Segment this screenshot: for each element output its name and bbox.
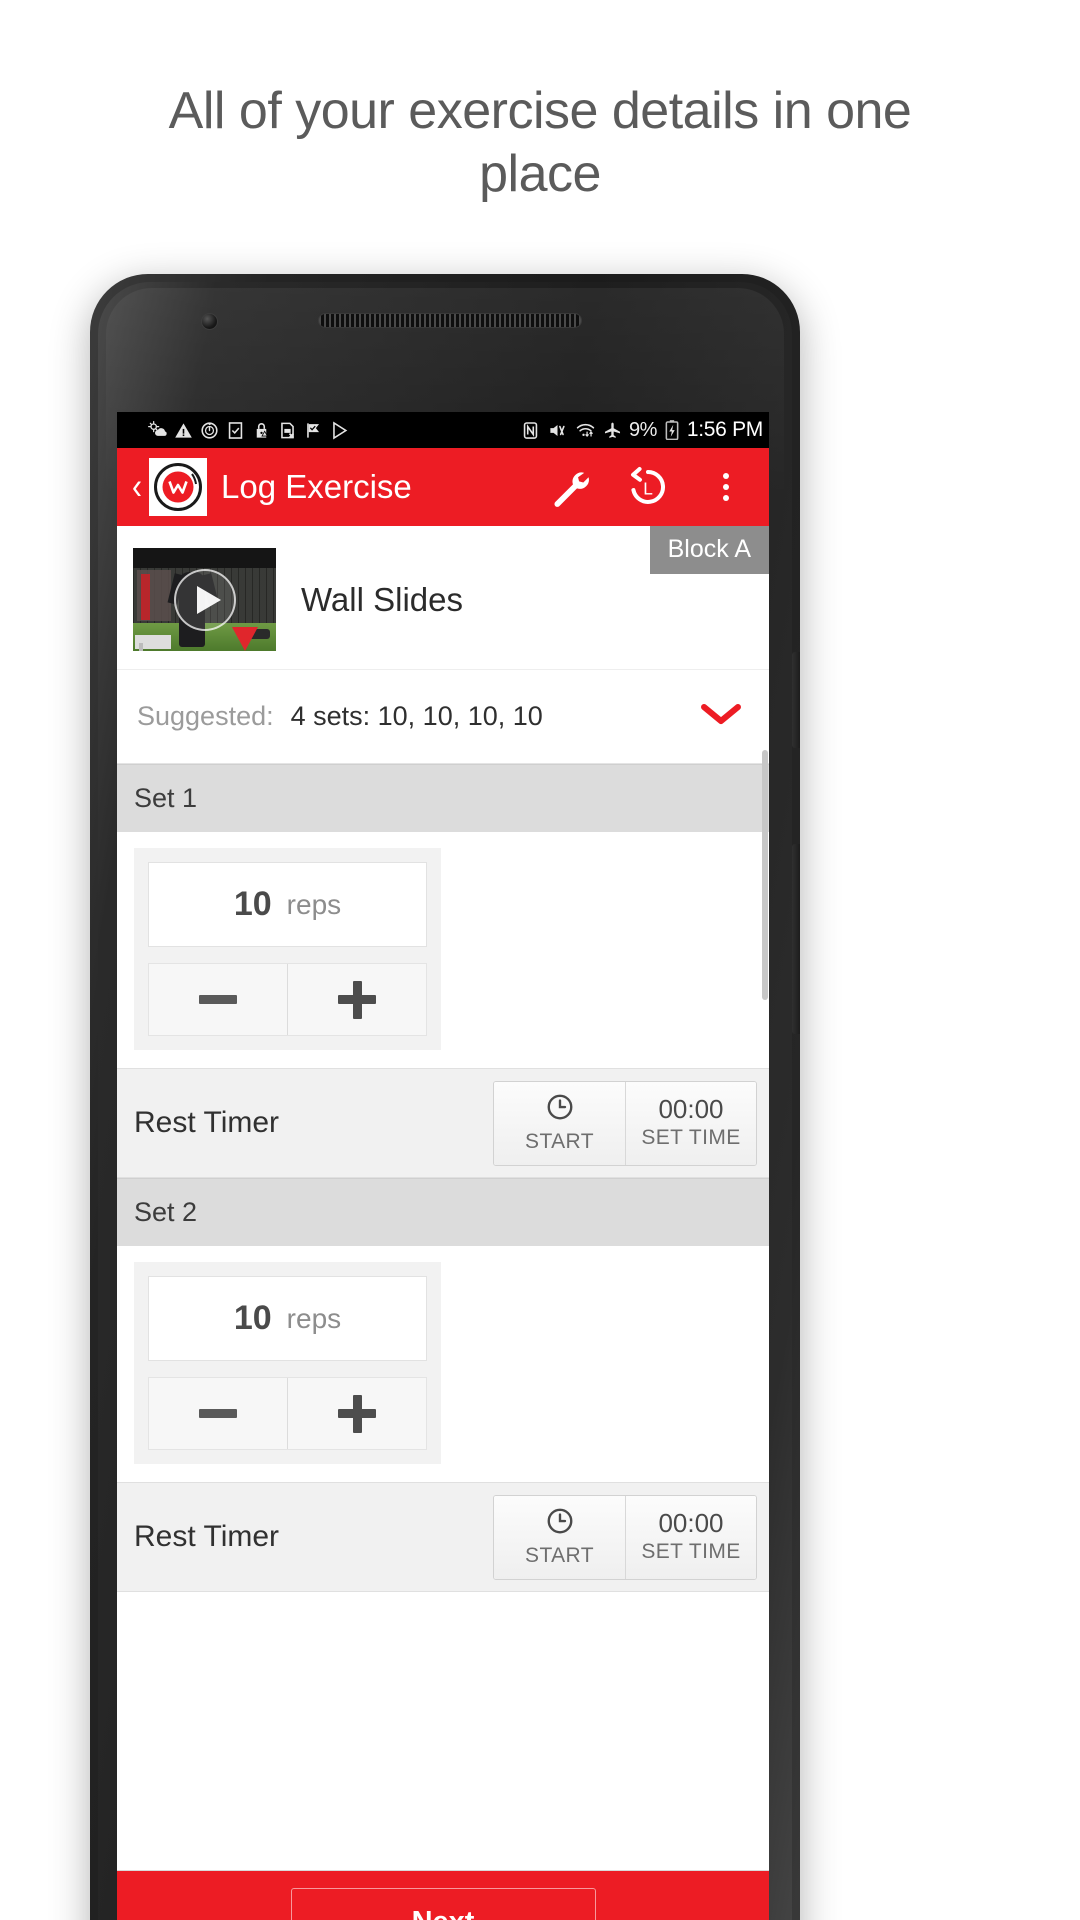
lock-alert-icon	[252, 421, 271, 440]
svg-text:L: L	[643, 479, 653, 499]
flag-check-icon	[304, 421, 323, 440]
rest-timer-start-label: START	[525, 1544, 594, 1567]
rest-timer-set-time-label: SET TIME	[641, 1126, 741, 1149]
phone-screen: 9% 1:56 PM ‹ Log Exercise L Block A Wall…	[117, 412, 769, 1920]
set-body: 10 reps	[117, 832, 769, 1068]
bottom-action-bar: Next	[117, 1870, 769, 1920]
reps-value: 10	[233, 885, 272, 923]
status-bar-left-icons	[147, 420, 349, 440]
page-headline: All of your exercise details in one plac…	[168, 82, 912, 204]
plus-icon	[338, 1394, 376, 1433]
status-bar: 9% 1:56 PM	[117, 412, 769, 448]
main-content: Block A Wall Slides Suggested: 4 sets: 1…	[117, 526, 769, 1920]
earpiece-speaker	[318, 313, 582, 328]
nfc-icon	[521, 421, 540, 440]
mute-vibrate-icon	[547, 421, 568, 440]
scrollbar-track[interactable]	[762, 750, 769, 1220]
clock-icon	[545, 1092, 575, 1126]
stepper-buttons	[148, 963, 427, 1036]
set-body: 10 reps	[117, 1246, 769, 1482]
reps-input[interactable]: 10 reps	[148, 862, 427, 947]
suggested-row[interactable]: Suggested: 4 sets: 10, 10, 10, 10	[117, 670, 769, 764]
reps-stepper: 10 reps	[134, 848, 441, 1050]
status-bar-clock: 1:56 PM	[686, 418, 763, 441]
chevron-down-icon[interactable]	[699, 701, 749, 732]
history-icon[interactable]: L	[611, 450, 685, 524]
increment-button[interactable]	[287, 1378, 426, 1449]
rest-timer-start-label: START	[525, 1130, 594, 1153]
volume-button[interactable]	[792, 652, 800, 748]
weather-icon	[147, 420, 167, 440]
reps-input[interactable]: 10 reps	[148, 1276, 427, 1361]
minus-icon	[199, 1409, 237, 1418]
reps-unit: reps	[286, 888, 342, 920]
play-icon[interactable]	[173, 568, 236, 631]
rest-timer-label: Rest Timer	[134, 1106, 280, 1139]
reps-unit: reps	[286, 1302, 342, 1334]
battery-percent-label: 9%	[628, 418, 657, 441]
rest-timer-label: Rest Timer	[134, 1520, 280, 1553]
front-camera	[202, 314, 217, 329]
minus-icon	[199, 995, 237, 1004]
sim-card-error-icon	[278, 421, 297, 440]
rest-timer-set-time-button[interactable]: 00:00 SET TIME	[625, 1081, 756, 1165]
app-bar: ‹ Log Exercise L	[117, 448, 769, 526]
clock-icon	[545, 1506, 575, 1540]
rest-timer-controls: START 00:00 SET TIME	[493, 1080, 757, 1166]
rest-timer-controls: START 00:00 SET TIME	[493, 1494, 757, 1580]
back-button[interactable]: ‹	[127, 468, 147, 506]
phone-device-frame: 9% 1:56 PM ‹ Log Exercise L Block A Wall…	[90, 274, 800, 1920]
warrior-w-logo[interactable]	[149, 458, 207, 516]
rest-timer-value: 00:00	[658, 1508, 724, 1538]
scrollbar-thumb[interactable]	[762, 750, 768, 1000]
power-button[interactable]	[792, 844, 800, 1034]
airplane-mode-icon	[603, 421, 622, 440]
wifi-transfer-icon	[575, 421, 596, 440]
app-bar-title: Log Exercise	[221, 468, 412, 505]
suggested-value: 4 sets: 10, 10, 10, 10	[290, 701, 543, 731]
exercise-video-thumbnail[interactable]	[133, 548, 276, 651]
decrement-button[interactable]	[149, 1378, 287, 1449]
exercise-name: Wall Slides	[301, 580, 463, 618]
wrench-icon[interactable]	[533, 450, 607, 524]
reps-stepper: 10 reps	[134, 1262, 441, 1464]
play-store-icon	[330, 421, 349, 440]
increment-button[interactable]	[287, 964, 426, 1035]
set-header: Set 2	[117, 1178, 769, 1246]
overflow-menu-icon[interactable]	[689, 450, 763, 524]
app-bar-actions: L	[533, 450, 769, 524]
rest-timer-start-button[interactable]: START	[494, 1495, 625, 1579]
rest-timer-set-time-button[interactable]: 00:00 SET TIME	[625, 1495, 756, 1579]
stepper-buttons	[148, 1377, 427, 1450]
next-button[interactable]: Next	[290, 1887, 596, 1920]
block-badge: Block A	[649, 526, 769, 574]
rest-timer-value: 00:00	[658, 1094, 724, 1124]
status-bar-right-icons: 9% 1:56 PM	[521, 418, 763, 442]
rest-timer-row: Rest Timer START 00:00 SET TIME	[117, 1068, 769, 1178]
rest-timer-start-button[interactable]: START	[494, 1081, 625, 1165]
set-header: Set 1	[117, 764, 769, 832]
reps-value: 10	[233, 1299, 272, 1337]
decrement-button[interactable]	[149, 964, 287, 1035]
plus-icon	[338, 980, 376, 1019]
warning-icon	[174, 421, 193, 440]
alarm-icon	[200, 421, 219, 440]
checkbox-icon	[226, 421, 245, 440]
rest-timer-row: Rest Timer START 00:00 SET TIME	[117, 1482, 769, 1592]
battery-charging-icon	[664, 420, 680, 440]
rest-timer-set-time-label: SET TIME	[641, 1540, 741, 1563]
overflow-dots	[723, 473, 729, 501]
screenshot-root: All of your exercise details in one plac…	[0, 0, 1080, 1920]
suggested-label: Suggested:	[137, 701, 274, 731]
